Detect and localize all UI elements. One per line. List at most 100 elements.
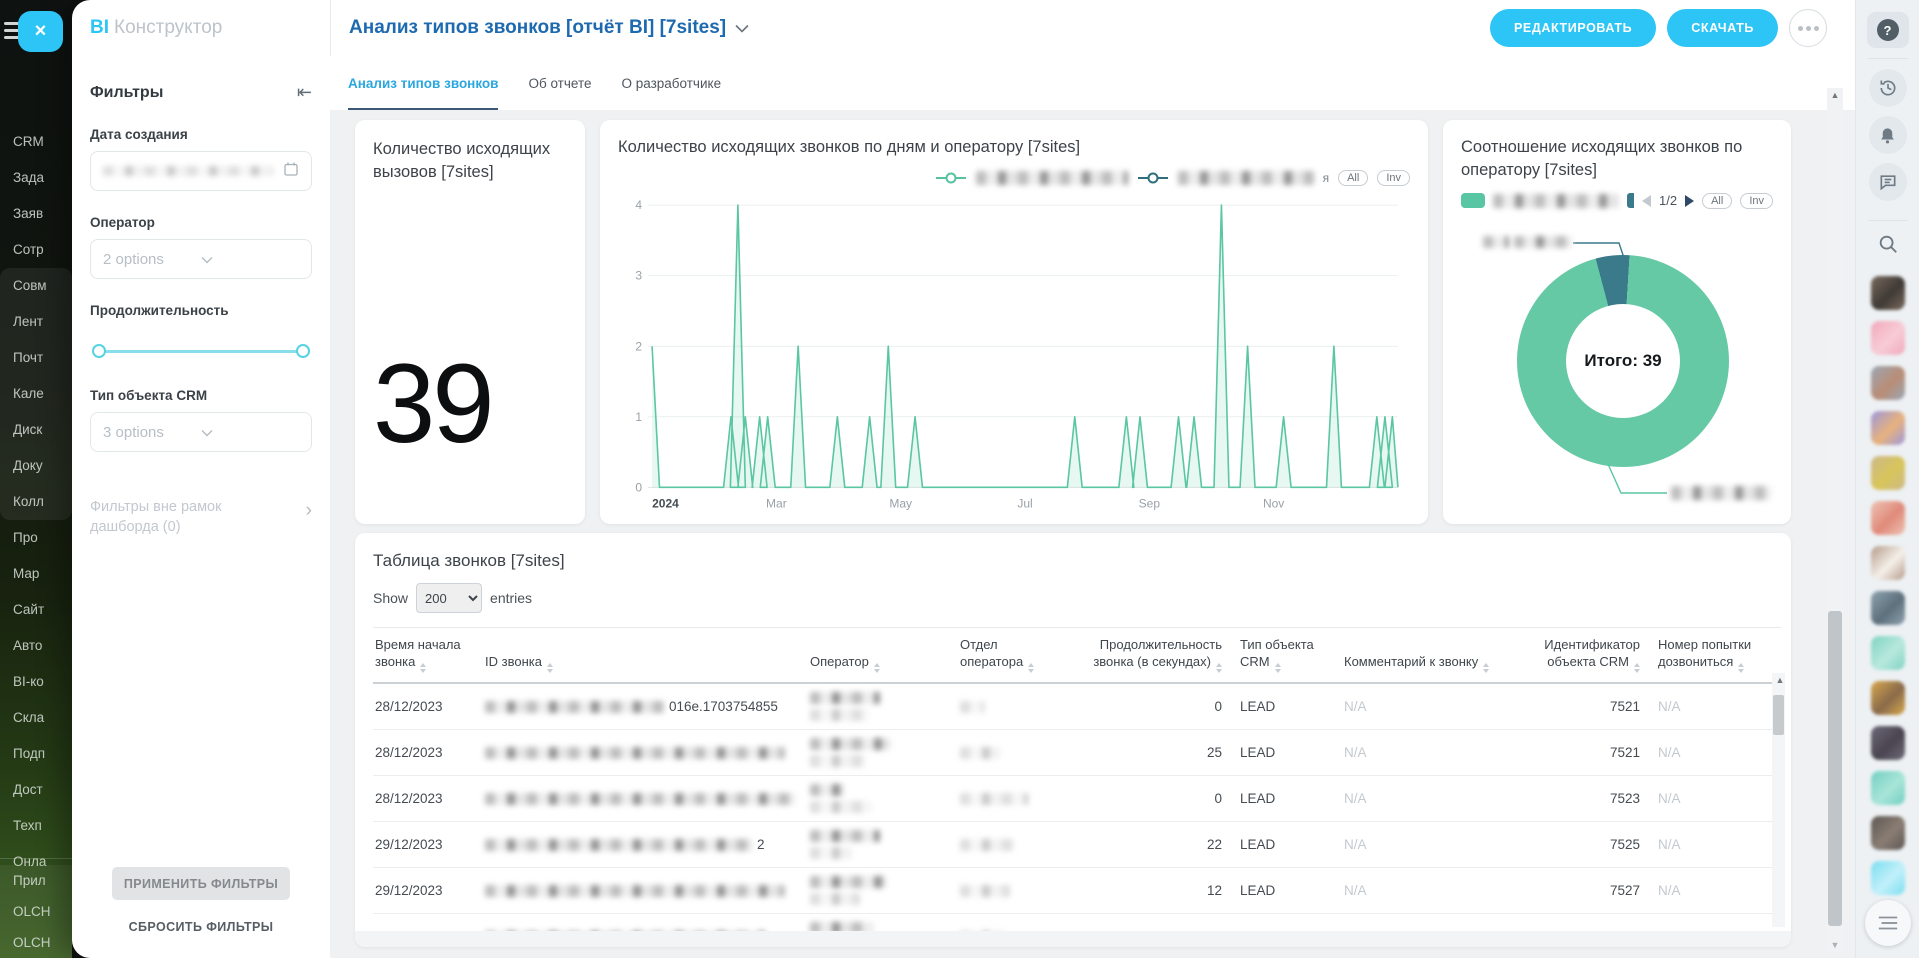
- table-scroll-up-icon[interactable]: ▲: [1772, 675, 1788, 685]
- crm-type-filter-select[interactable]: 3 options: [90, 412, 312, 452]
- avatar[interactable]: [1871, 816, 1905, 850]
- sidebar-item[interactable]: Колл: [0, 484, 72, 520]
- avatar[interactable]: [1871, 726, 1905, 760]
- sidebar-item[interactable]: OLCH: [0, 896, 72, 927]
- avatar[interactable]: [1871, 276, 1905, 310]
- operator-filter-select[interactable]: 2 options: [90, 239, 312, 279]
- avatar[interactable]: [1871, 591, 1905, 625]
- title-chevron-down-icon[interactable]: [735, 24, 749, 33]
- notifications-button[interactable]: [1869, 116, 1907, 154]
- sort-icon[interactable]: [1028, 663, 1034, 673]
- avatar[interactable]: [1871, 456, 1905, 490]
- sort-icon[interactable]: [1738, 663, 1744, 673]
- column-header[interactable]: ID звонка: [483, 628, 808, 684]
- sidebar-item[interactable]: Авто: [0, 628, 72, 664]
- sort-icon[interactable]: [1483, 663, 1489, 673]
- legend-swatch-dark-clipped[interactable]: [1627, 193, 1634, 208]
- sidebar-item[interactable]: BI-ко: [0, 664, 72, 700]
- donut-all-button[interactable]: All: [1702, 193, 1732, 209]
- sidebar-item[interactable]: Зада: [0, 160, 72, 196]
- donut-chart[interactable]: Итого: 39: [1517, 255, 1729, 467]
- column-header[interactable]: Оператор: [808, 628, 958, 684]
- sort-icon[interactable]: [547, 663, 553, 673]
- chat-button[interactable]: [1869, 163, 1907, 201]
- slider-handle-min[interactable]: [92, 344, 106, 358]
- avatar[interactable]: [1871, 861, 1905, 895]
- sidebar-item[interactable]: Дост: [0, 772, 72, 808]
- sidebar-item[interactable]: CRM: [0, 124, 72, 160]
- sort-icon[interactable]: [1634, 663, 1640, 673]
- scroll-down-icon[interactable]: ▼: [1827, 940, 1843, 950]
- legend-all-button[interactable]: All: [1338, 170, 1368, 186]
- legend-inv-button[interactable]: Inv: [1377, 170, 1410, 186]
- user-list-button[interactable]: [1865, 900, 1911, 946]
- sidebar-item[interactable]: Диск: [0, 412, 72, 448]
- main-scrollbar[interactable]: ▲ ▼: [1827, 88, 1843, 952]
- filters-outside-dashboard[interactable]: Фильтры вне рамок дашборда (0) ›: [90, 498, 312, 537]
- table-scrollbar[interactable]: ▲: [1772, 673, 1785, 927]
- column-header[interactable]: Идентификатор объекта CRM: [1504, 628, 1656, 684]
- sidebar-item[interactable]: Техп: [0, 808, 72, 844]
- reset-filters-button[interactable]: СБРОСИТЬ ФИЛЬТРЫ: [129, 920, 274, 934]
- sidebar-item[interactable]: Лент: [0, 304, 72, 340]
- tab-0[interactable]: Анализ типов звонков: [348, 56, 498, 110]
- avatar[interactable]: [1871, 636, 1905, 670]
- duration-range-slider[interactable]: [92, 344, 310, 358]
- more-options-button[interactable]: [1789, 9, 1827, 47]
- sidebar-item[interactable]: Мар: [0, 556, 72, 592]
- slider-handle-max[interactable]: [296, 344, 310, 358]
- download-button[interactable]: СКАЧАТЬ: [1667, 9, 1778, 47]
- avatar[interactable]: [1871, 366, 1905, 400]
- apply-filters-button[interactable]: ПРИМЕНИТЬ ФИЛЬТРЫ: [112, 867, 290, 900]
- history-button[interactable]: [1869, 69, 1907, 107]
- sidebar-item[interactable]: Про: [0, 520, 72, 556]
- scroll-up-icon[interactable]: ▲: [1827, 90, 1843, 100]
- legend-page-next-icon[interactable]: [1685, 195, 1694, 207]
- sort-icon[interactable]: [420, 663, 426, 673]
- close-panel-button[interactable]: ×: [18, 11, 63, 52]
- sidebar-item[interactable]: Подп: [0, 736, 72, 772]
- sort-icon[interactable]: [1275, 663, 1281, 673]
- help-button[interactable]: ?: [1867, 12, 1909, 48]
- legend-page-prev-icon[interactable]: [1642, 195, 1651, 207]
- avatar[interactable]: [1871, 681, 1905, 715]
- legend-marker-series1[interactable]: [935, 172, 967, 184]
- collapse-panel-icon[interactable]: ⇤: [297, 82, 312, 103]
- sidebar-item[interactable]: Почт: [0, 340, 72, 376]
- legend-swatch-green[interactable]: [1461, 193, 1485, 208]
- tab-1[interactable]: Об отчете: [528, 56, 591, 110]
- line-chart[interactable]: 012342024MarMayJulSepNov: [618, 193, 1410, 514]
- sidebar-item[interactable]: Заяв: [0, 196, 72, 232]
- sidebar-item[interactable]: Совм: [0, 268, 72, 304]
- column-header[interactable]: Отдел оператора: [958, 628, 1068, 684]
- date-filter-input[interactable]: [90, 151, 312, 191]
- sidebar-item[interactable]: Прил: [0, 865, 72, 896]
- donut-inv-button[interactable]: Inv: [1740, 193, 1773, 209]
- sidebar-item[interactable]: Скла: [0, 700, 72, 736]
- avatar[interactable]: [1871, 546, 1905, 580]
- avatar[interactable]: [1871, 411, 1905, 445]
- column-header[interactable]: Тип объекта CRM: [1238, 628, 1342, 684]
- main-scrollbar-thumb[interactable]: [1828, 611, 1842, 926]
- avatar[interactable]: [1871, 501, 1905, 535]
- sidebar-item[interactable]: Кале: [0, 376, 72, 412]
- column-header[interactable]: Время начала звонка: [373, 628, 483, 684]
- sidebar-item[interactable]: Доку: [0, 448, 72, 484]
- edit-button[interactable]: РЕДАКТИРОВАТЬ: [1490, 9, 1656, 47]
- sidebar-item[interactable]: Сотр: [0, 232, 72, 268]
- sidebar-item[interactable]: OLCH: [0, 927, 72, 958]
- avatar[interactable]: [1871, 771, 1905, 805]
- sort-icon[interactable]: [1216, 663, 1222, 673]
- column-header[interactable]: Номер попытки дозвониться: [1656, 628, 1781, 684]
- sort-icon[interactable]: [874, 663, 880, 673]
- avatar[interactable]: [1871, 321, 1905, 355]
- tab-2[interactable]: О разработчике: [621, 56, 721, 110]
- search-button[interactable]: [1877, 233, 1899, 260]
- column-header[interactable]: Продолжительность звонка (в секундах): [1068, 628, 1238, 684]
- column-header[interactable]: Комментарий к звонку: [1342, 628, 1504, 684]
- legend-marker-series2[interactable]: [1137, 172, 1169, 184]
- sidebar-item[interactable]: Сайт: [0, 592, 72, 628]
- table-scrollbar-thumb[interactable]: [1773, 695, 1784, 735]
- divider: [1868, 220, 1908, 221]
- page-size-select[interactable]: 200: [416, 583, 482, 613]
